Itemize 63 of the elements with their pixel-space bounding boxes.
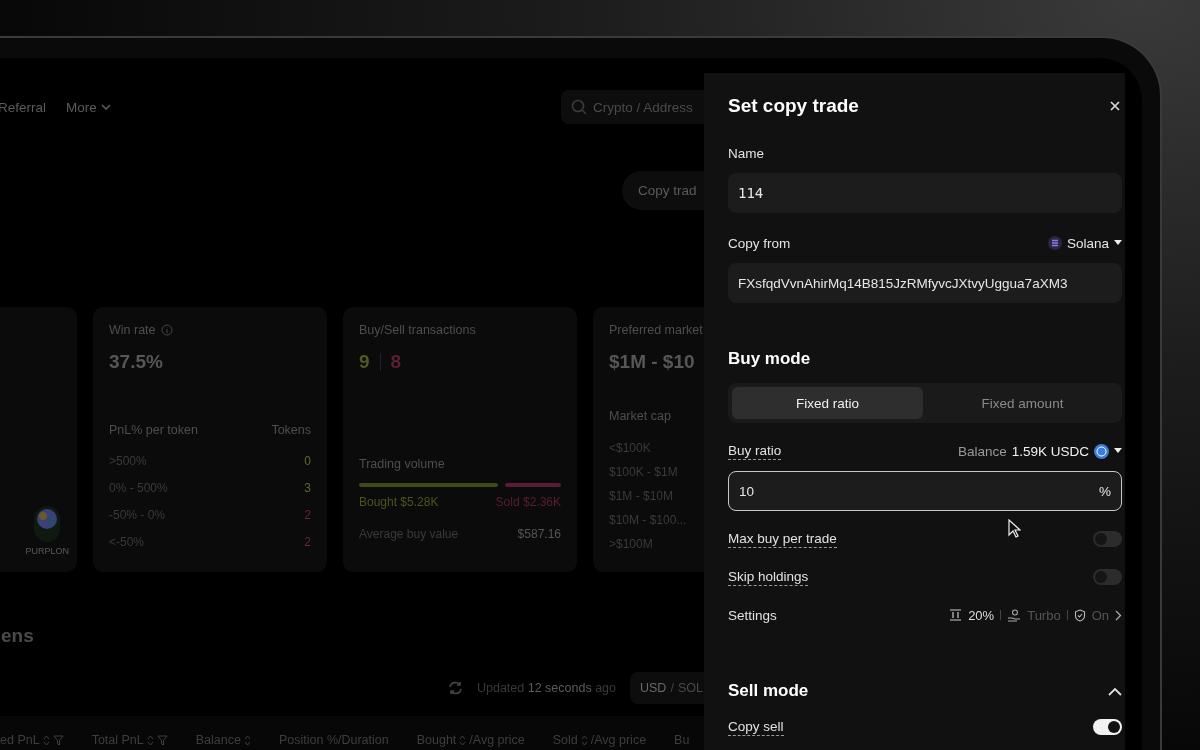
section-title: Sell mode bbox=[728, 681, 809, 701]
volume-label: Trading volume bbox=[359, 457, 446, 471]
card-title: Win rate bbox=[109, 323, 156, 337]
card-title: Buy/Sell transactions bbox=[359, 323, 477, 337]
chain-logo-icon bbox=[1047, 236, 1062, 250]
currency-option[interactable]: USD bbox=[640, 681, 667, 695]
coin-icon bbox=[1094, 443, 1109, 459]
token-count: 2 bbox=[304, 508, 311, 522]
address-input[interactable]: FXsfqdVvnAhirMq14B815JzRMfyvcJXtvyUggua7aXM3 bbox=[728, 263, 1122, 303]
token-count: 0 bbox=[304, 454, 311, 468]
gas-icon bbox=[1007, 608, 1022, 622]
name-input[interactable]: 114 bbox=[728, 173, 1122, 213]
bought-amount: Bought $5.28K bbox=[359, 495, 439, 509]
option-label: Skip holdings bbox=[728, 568, 809, 586]
balance-label: Balance bbox=[957, 443, 1007, 459]
token-avatar-icon bbox=[33, 506, 62, 542]
market-value: $1M - $10 bbox=[609, 351, 696, 373]
mode-tab[interactable]: Fixed ratio bbox=[732, 387, 923, 419]
balance-value: 1.59K USDC bbox=[1011, 443, 1089, 459]
search-field[interactable]: Crypto / Address bbox=[561, 90, 704, 124]
token-count: 2 bbox=[304, 535, 311, 549]
column-label: Tokens bbox=[271, 423, 311, 437]
field-label: Buy ratio bbox=[728, 442, 782, 460]
slippage-icon bbox=[949, 609, 963, 621]
settings-button[interactable]: 20% Turbo On bbox=[949, 607, 1122, 623]
average-value: $587.16 bbox=[517, 527, 561, 541]
chevron-right-icon bbox=[1115, 609, 1122, 621]
caret-icon bbox=[1114, 240, 1122, 246]
toggle-switch[interactable] bbox=[1093, 531, 1122, 547]
sold-amount: Sold $2.36K bbox=[495, 495, 561, 509]
info-icon bbox=[160, 324, 173, 336]
field-label: Name bbox=[728, 145, 764, 161]
sell-count: 8 bbox=[390, 351, 402, 373]
panel-title: Set copy trade bbox=[728, 95, 859, 117]
nav-link[interactable]: More bbox=[66, 99, 111, 115]
column-label: PnL% per token bbox=[109, 423, 198, 437]
mode-tab[interactable]: Fixed amount bbox=[927, 387, 1118, 419]
toggle-switch[interactable] bbox=[1093, 569, 1122, 585]
card-title: Preferred market bbox=[609, 323, 704, 337]
token-name: PURPLON bbox=[25, 546, 69, 556]
toggle-switch[interactable] bbox=[1093, 719, 1122, 735]
caret-icon[interactable] bbox=[1114, 448, 1122, 454]
chevron-up-icon[interactable] bbox=[1108, 686, 1122, 696]
option-label: Max buy per trade bbox=[728, 530, 837, 548]
settings-label: Settings bbox=[728, 607, 777, 623]
separator: / bbox=[670, 681, 674, 695]
ratio-input[interactable]: 10 % bbox=[728, 471, 1122, 511]
search-icon bbox=[571, 99, 587, 115]
section-title: ens bbox=[1, 625, 35, 647]
currency-option[interactable]: SOL bbox=[677, 681, 703, 695]
token-count: 3 bbox=[304, 481, 311, 495]
close-button[interactable] bbox=[1108, 99, 1122, 113]
shield-icon bbox=[1073, 608, 1086, 622]
copy-trade-button[interactable]: Copy trad bbox=[622, 171, 704, 210]
field-label: Copy from bbox=[728, 235, 791, 251]
option-label: Copy sell bbox=[728, 718, 784, 736]
updated-text: Updated 12 seconds ago bbox=[477, 681, 616, 695]
cursor-icon bbox=[1008, 519, 1021, 538]
market-cap-label: Market cap bbox=[609, 409, 672, 423]
buy-count: 9 bbox=[359, 351, 370, 373]
win-rate-value: 37.5% bbox=[109, 351, 164, 373]
chain-selector[interactable]: Solana bbox=[1047, 235, 1122, 251]
section-title: Buy mode bbox=[728, 349, 812, 369]
